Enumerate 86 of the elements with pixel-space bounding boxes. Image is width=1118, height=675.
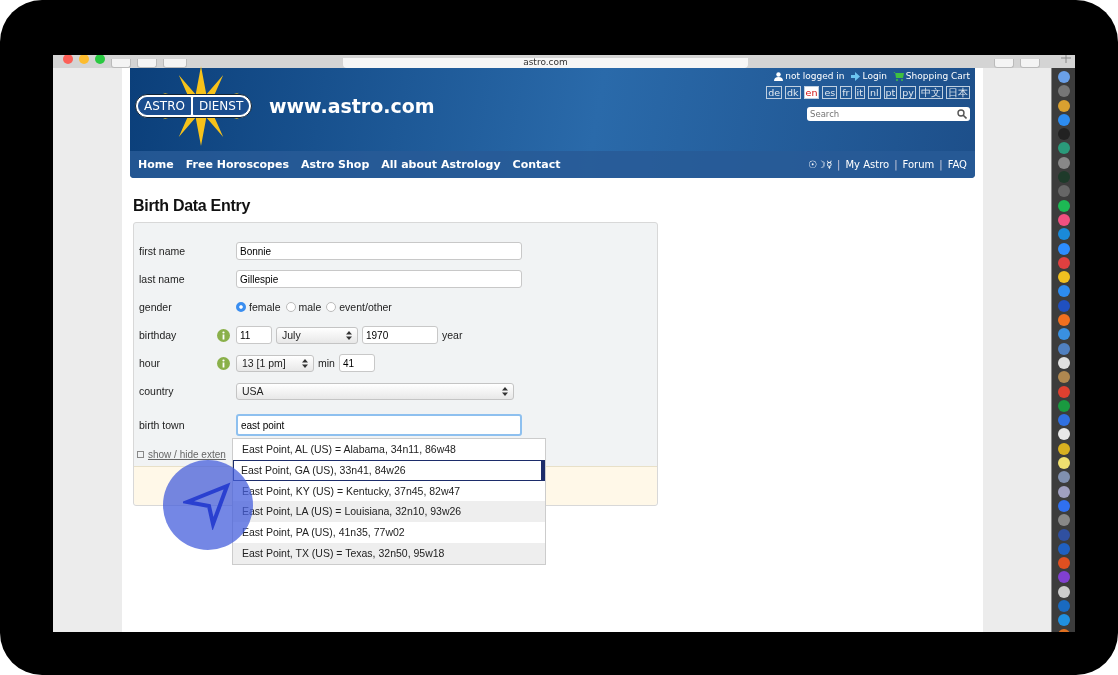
app-icon[interactable] <box>1057 99 1070 112</box>
search-icon[interactable] <box>957 109 967 119</box>
sidebar-button[interactable] <box>163 59 187 68</box>
field-label: birthday <box>139 329 178 341</box>
close-window-icon[interactable] <box>63 55 73 64</box>
planet-symbols[interactable]: ☉☽☿ <box>808 159 833 170</box>
minute-field[interactable]: 41 <box>338 354 375 372</box>
info-icon[interactable] <box>217 328 232 342</box>
radio-button[interactable] <box>236 302 246 312</box>
separator: | <box>837 159 841 170</box>
updown-arrows-icon <box>346 330 352 340</box>
field-label: country <box>139 385 175 397</box>
app-icon[interactable] <box>1057 457 1070 469</box>
field-label: hour <box>139 357 161 369</box>
app-icon[interactable] <box>1057 585 1070 598</box>
tabs-button[interactable] <box>1020 59 1040 68</box>
nav-link[interactable]: All about Astrology <box>381 158 501 171</box>
app-icon[interactable] <box>1057 442 1070 455</box>
language-tab[interactable]: en <box>803 86 820 99</box>
field-hint: min <box>318 357 335 369</box>
site-name: www.astro.com <box>269 94 435 117</box>
forward-button[interactable] <box>137 59 157 68</box>
page-title: Birth Data Entry <box>133 197 251 215</box>
separator: | <box>894 159 898 170</box>
separator: | <box>939 159 943 170</box>
radio-label[interactable]: female <box>249 301 281 313</box>
suggestion-item[interactable]: East Point, TX (US) = Texas, 32n50, 95w18 <box>233 543 545 564</box>
navigation-arrow-icon <box>183 480 233 530</box>
field-label: first name <box>139 245 187 257</box>
cart-icon <box>892 71 904 81</box>
nav-link[interactable]: Free Horoscopes <box>185 158 289 171</box>
language-tab[interactable]: es <box>822 86 838 99</box>
arrow-icon <box>850 71 861 81</box>
nav-link[interactable]: Astro Shop <box>300 158 370 171</box>
language-tab[interactable]: 中文 <box>919 86 943 99</box>
field-label: birth town <box>139 419 186 431</box>
country-select[interactable]: USA <box>236 382 514 400</box>
app-icon[interactable] <box>1057 428 1070 441</box>
suggestion-item[interactable]: East Point, AL (US) = Alabama, 34n11, 86w48 <box>233 439 545 460</box>
month-select[interactable]: July <box>276 326 358 344</box>
extended-options-link[interactable]: show / hide exten <box>148 448 226 460</box>
hour-select[interactable]: 13 [1 pm] <box>236 354 314 372</box>
app-icon[interactable] <box>1057 314 1070 327</box>
header-link[interactable]: FAQ <box>947 159 967 170</box>
updown-arrows-icon <box>302 358 308 368</box>
day-field[interactable]: 11 <box>236 326 272 344</box>
account-link[interactable]: Login <box>862 71 887 81</box>
nav-link[interactable]: Home <box>138 158 174 171</box>
field-label: gender <box>139 301 173 313</box>
nav-link[interactable]: Contact <box>512 158 561 171</box>
year-field[interactable]: 1970 <box>362 326 438 344</box>
language-tab[interactable]: 日本 <box>946 86 970 99</box>
updown-arrows-icon <box>502 386 508 396</box>
search-field[interactable]: Search <box>807 107 970 121</box>
back-button[interactable] <box>111 59 131 68</box>
language-tab[interactable]: dk <box>785 86 801 99</box>
app-icon[interactable] <box>1057 271 1070 284</box>
radio-label[interactable]: event/other <box>339 301 392 313</box>
address-bar[interactable]: astro.com <box>343 58 748 68</box>
language-tab[interactable]: it <box>854 86 865 99</box>
last-name-field[interactable]: Gillespie <box>236 270 522 288</box>
radio-label[interactable]: male <box>298 301 322 313</box>
header-link[interactable]: Forum <box>902 159 935 170</box>
share-button[interactable] <box>994 59 1014 68</box>
expand-icon[interactable] <box>137 450 144 458</box>
radio-button[interactable] <box>285 302 296 312</box>
account-link[interactable]: not logged in <box>785 71 845 81</box>
app-icon[interactable] <box>1057 485 1070 498</box>
app-icon[interactable] <box>1057 199 1070 212</box>
astrodienst-logo[interactable]: ASTRO DIENST <box>135 93 253 118</box>
account-link[interactable]: Shopping Cart <box>905 71 970 81</box>
language-tab[interactable]: py <box>900 86 916 99</box>
app-icon[interactable] <box>1057 71 1070 83</box>
language-tab[interactable]: fr <box>840 86 852 99</box>
field-label: last name <box>139 273 186 285</box>
radio-button[interactable] <box>326 302 337 312</box>
language-tab[interactable]: de <box>766 86 783 99</box>
info-icon[interactable] <box>217 356 232 370</box>
field-hint: year <box>442 329 463 341</box>
user-icon <box>774 71 784 81</box>
birth-town-field[interactable]: east point <box>236 414 522 436</box>
first-name-field[interactable]: Bonnie <box>236 242 522 260</box>
app-icon[interactable] <box>1057 356 1070 369</box>
header-link[interactable]: My Astro <box>845 159 890 170</box>
language-tab[interactable]: pt <box>883 86 898 99</box>
language-tab[interactable]: nl <box>867 86 881 99</box>
